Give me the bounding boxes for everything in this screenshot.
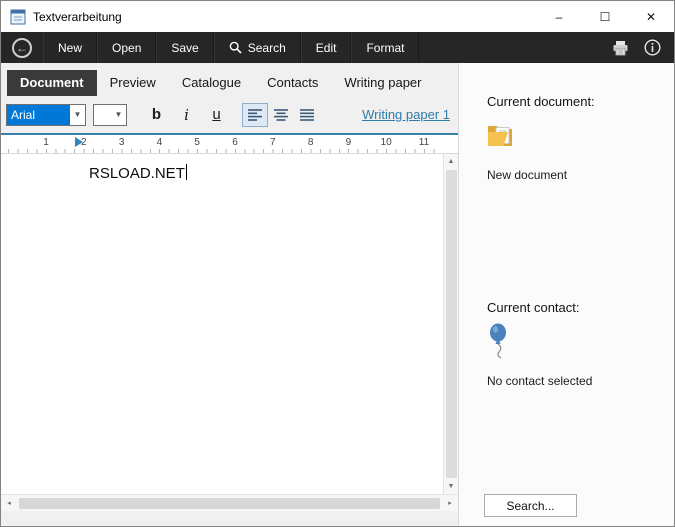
document-text: RSLOAD.NET bbox=[89, 164, 187, 182]
font-name-value: Arial bbox=[7, 105, 70, 125]
indent-marker-icon[interactable] bbox=[75, 137, 83, 147]
window-controls: – ☐ ✕ bbox=[536, 1, 674, 32]
format-toolbar: Arial ▼ ▼ b i u bbox=[1, 96, 458, 133]
info-icon bbox=[644, 39, 661, 56]
info-button[interactable] bbox=[636, 32, 668, 63]
ruler-number: 3 bbox=[119, 137, 125, 148]
scroll-down-icon[interactable]: ▼ bbox=[444, 479, 458, 494]
ruler-number: 8 bbox=[308, 137, 314, 148]
font-size-select[interactable]: ▼ bbox=[93, 104, 127, 126]
align-center-icon bbox=[274, 109, 288, 121]
align-left-icon bbox=[248, 109, 262, 121]
back-arrow-icon: ← bbox=[12, 38, 32, 58]
current-document-label: Current document: bbox=[487, 94, 674, 109]
main-area: Document Preview Catalogue Contacts Writ… bbox=[1, 63, 674, 526]
ruler-number: 6 bbox=[232, 137, 238, 148]
ruler-number: 5 bbox=[194, 137, 200, 148]
document-folder-icon bbox=[487, 122, 674, 153]
ruler-number: 4 bbox=[157, 137, 163, 148]
align-left-button[interactable] bbox=[242, 103, 268, 127]
printer-icon bbox=[612, 40, 629, 56]
minimize-button[interactable]: – bbox=[536, 1, 582, 32]
bold-button[interactable]: b bbox=[144, 103, 169, 127]
writing-paper-link[interactable]: Writing paper 1 bbox=[362, 107, 450, 122]
text-caret bbox=[186, 164, 187, 180]
document-status: New document bbox=[487, 168, 674, 182]
close-button[interactable]: ✕ bbox=[628, 1, 674, 32]
search-icon bbox=[229, 41, 242, 54]
editor-column: Document Preview Catalogue Contacts Writ… bbox=[1, 63, 458, 526]
tab-preview[interactable]: Preview bbox=[97, 70, 169, 96]
window-title: Textverarbeitung bbox=[33, 10, 122, 24]
title-bar: Textverarbeitung – ☐ ✕ bbox=[1, 1, 674, 32]
back-button[interactable]: ← bbox=[1, 32, 43, 63]
app-window: Textverarbeitung – ☐ ✕ ← New Open Save S… bbox=[0, 0, 675, 527]
current-contact-label: Current contact: bbox=[487, 300, 674, 315]
align-center-button[interactable] bbox=[268, 103, 294, 127]
scroll-up-icon[interactable]: ▲ bbox=[444, 154, 458, 169]
ruler-number: 11 bbox=[419, 137, 429, 148]
tab-bar: Document Preview Catalogue Contacts Writ… bbox=[1, 63, 458, 96]
maximize-button[interactable]: ☐ bbox=[582, 1, 628, 32]
contact-status: No contact selected bbox=[487, 374, 674, 388]
font-size-value bbox=[94, 105, 111, 125]
ruler-number: 1 bbox=[43, 137, 49, 148]
bottom-gap bbox=[1, 511, 458, 526]
search-button[interactable]: Search bbox=[214, 32, 301, 63]
italic-button[interactable]: i bbox=[174, 103, 199, 127]
tab-document[interactable]: Document bbox=[7, 70, 97, 96]
contact-search-button[interactable]: Search... bbox=[484, 494, 577, 517]
open-button[interactable]: Open bbox=[97, 32, 156, 63]
ruler-number: 10 bbox=[381, 137, 392, 148]
ruler-number: 9 bbox=[346, 137, 352, 148]
toolbar-spacer bbox=[419, 32, 604, 63]
vertical-scroll-thumb[interactable] bbox=[446, 170, 457, 478]
scroll-left-icon[interactable]: ◂ bbox=[1, 495, 17, 511]
main-toolbar: ← New Open Save Search Edit Format bbox=[1, 32, 674, 63]
underline-button[interactable]: u bbox=[204, 103, 229, 127]
new-button[interactable]: New bbox=[43, 32, 97, 63]
print-button[interactable] bbox=[604, 32, 636, 63]
chevron-down-icon: ▼ bbox=[70, 110, 85, 119]
side-panel: Current document: New document Current c… bbox=[458, 63, 674, 526]
align-justify-button[interactable] bbox=[294, 103, 320, 127]
search-label: Search bbox=[248, 41, 286, 55]
ruler-ticks bbox=[8, 149, 442, 153]
edit-button[interactable]: Edit bbox=[301, 32, 352, 63]
tab-writing-paper[interactable]: Writing paper bbox=[331, 70, 434, 96]
scroll-right-icon[interactable]: ▸ bbox=[442, 495, 458, 511]
document-row: RSLOAD.NET ▲ ▼ bbox=[1, 154, 458, 494]
format-button[interactable]: Format bbox=[351, 32, 419, 63]
save-button[interactable]: Save bbox=[156, 32, 213, 63]
tab-contacts[interactable]: Contacts bbox=[254, 70, 331, 96]
alignment-group bbox=[242, 103, 320, 127]
horizontal-scroll-thumb[interactable] bbox=[19, 498, 440, 509]
chevron-down-icon: ▼ bbox=[111, 110, 126, 119]
font-select[interactable]: Arial ▼ bbox=[6, 104, 86, 126]
ruler[interactable]: 1234567891011 bbox=[1, 135, 458, 154]
align-justify-icon bbox=[300, 109, 314, 121]
ruler-number: 7 bbox=[270, 137, 276, 148]
document-canvas[interactable]: RSLOAD.NET bbox=[1, 154, 443, 494]
app-icon bbox=[10, 9, 26, 25]
vertical-scrollbar[interactable]: ▲ ▼ bbox=[443, 154, 458, 494]
contact-balloon-icon bbox=[489, 323, 674, 364]
horizontal-scrollbar[interactable]: ◂ ▸ bbox=[1, 494, 458, 511]
tab-catalogue[interactable]: Catalogue bbox=[169, 70, 254, 96]
